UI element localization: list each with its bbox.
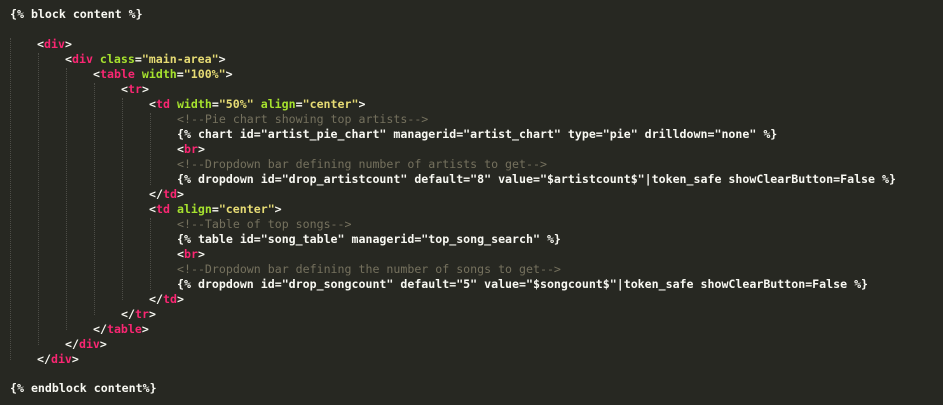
html-tag-name: td (162, 292, 177, 306)
code-line: {% dropdown id="drop_songcount" default=… (10, 277, 868, 292)
html-tag-name: tr (127, 82, 142, 96)
html-comment: <!--Dropdown bar defining number of arti… (177, 157, 547, 171)
code-line: <!--Dropdown bar defining the number of … (10, 262, 561, 277)
code-line: <br> (177, 247, 205, 261)
html-attribute: class (99, 52, 135, 66)
code-line: </div> (65, 337, 107, 351)
code-line: <td width="50%" align="center"> (149, 97, 366, 111)
html-comment: <!--Pie chart showing top artists--> (177, 112, 429, 126)
html-tag-name: td (155, 202, 170, 216)
template-tag: {% block content %} (10, 7, 143, 21)
html-attribute-value: "100%" (183, 67, 226, 81)
code-line: {% table id="song_table" managerid="top_… (10, 232, 561, 247)
html-tag-name: br (183, 142, 198, 156)
html-attribute-value: "center" (302, 97, 359, 111)
html-attribute-value: "center" (218, 202, 275, 216)
code-line: <div class="main-area"> (65, 52, 226, 66)
code-line: {% chart id="artist_pie_chart" managerid… (10, 127, 777, 142)
html-tag-name: table (106, 322, 142, 336)
code-line: <!--Table of top songs--> (10, 217, 352, 232)
code-line: <td align="center"> (149, 202, 282, 216)
code-line: </div> (37, 352, 79, 366)
html-tag-name: tr (134, 307, 149, 321)
html-tag-name: div (71, 52, 93, 66)
html-comment: <!--Table of top songs--> (177, 217, 352, 231)
code-line: </table> (93, 322, 149, 336)
html-comment: <!--Dropdown bar defining the number of … (177, 262, 561, 276)
html-tag-name: div (78, 337, 100, 351)
template-tag: {% chart id="artist_pie_chart" managerid… (177, 127, 778, 141)
code-line: {% dropdown id="drop_artistcount" defaul… (10, 172, 896, 187)
html-tag-name: table (99, 67, 135, 81)
html-tag-name: div (43, 37, 65, 51)
html-attribute-value: "main-area" (141, 52, 219, 66)
code-line: <table width="100%"> (93, 67, 233, 81)
template-tag: {% dropdown id="drop_artistcount" defaul… (177, 172, 896, 186)
code-line: <br> (177, 142, 205, 156)
code-line: {% block content %} (10, 7, 143, 22)
html-attribute: align (260, 97, 296, 111)
template-tag: {% dropdown id="drop_songcount" default=… (177, 277, 869, 291)
html-attribute: width (141, 67, 177, 81)
code-line: </td> (149, 187, 184, 201)
html-attribute: align (176, 202, 212, 216)
html-tag-name: div (50, 352, 72, 366)
code-line: <tr> (121, 82, 149, 96)
code-line: </tr> (121, 307, 156, 321)
code-line: <div> (37, 37, 72, 51)
html-attribute: width (176, 97, 212, 111)
html-tag-name: td (162, 187, 177, 201)
template-tag: {% endblock content%} (10, 381, 157, 395)
html-tag-name: td (155, 97, 170, 111)
code-line: <!--Dropdown bar defining number of arti… (10, 157, 547, 172)
html-tag-name: br (183, 247, 198, 261)
code-line: </td> (149, 292, 184, 306)
code-line: <!--Pie chart showing top artists--> (10, 112, 428, 127)
code-editor[interactable]: {% block content %} <div> <div class="ma… (0, 0, 943, 405)
code-line: {% endblock content%} (10, 381, 157, 396)
template-tag: {% table id="song_table" managerid="top_… (177, 232, 561, 246)
html-attribute-value: "50%" (218, 97, 254, 111)
